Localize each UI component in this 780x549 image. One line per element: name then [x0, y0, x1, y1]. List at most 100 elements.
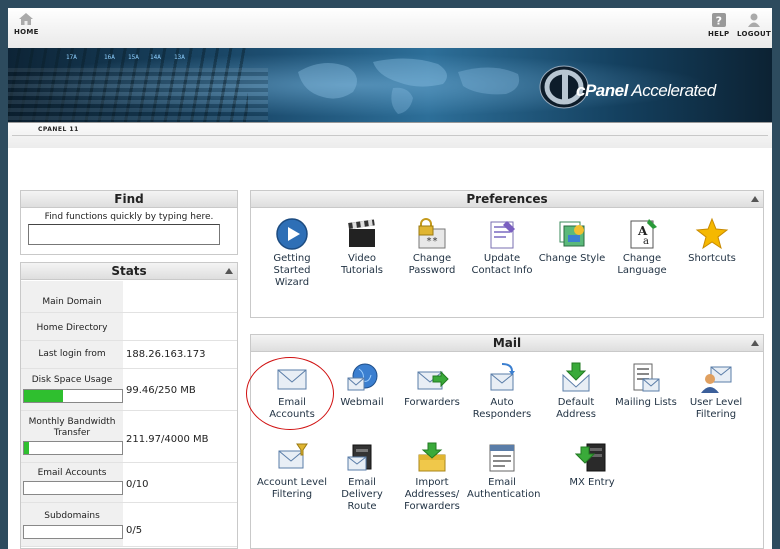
forward-envelope-icon [417, 370, 449, 390]
user-level-filtering-item[interactable]: User Level Filtering [681, 361, 751, 421]
stat-label: Home Directory [21, 313, 123, 340]
mail-panel: Mail Email Accounts Webmail Forwarders A… [250, 334, 764, 549]
stat-row-bandwidth: Monthly Bandwidth Transfer 211.97/4000 M… [21, 411, 237, 463]
item-label: MX Entry [569, 477, 615, 488]
change-language-item[interactable]: A a Change Language [607, 217, 677, 277]
item-label: Webmail [340, 397, 384, 408]
home-icon [19, 13, 34, 25]
item-label: Video Tutorials [341, 253, 383, 276]
stat-value: 99.46/250 MB [126, 385, 196, 396]
mx-entry-icon [575, 443, 606, 472]
svg-text:a: a [643, 236, 649, 247]
stat-row-main-domain: Main Domain [21, 281, 237, 313]
rack-number: 17A [66, 54, 77, 61]
import-addresses-forwarders-item[interactable]: Import Addresses/ Forwarders [397, 441, 467, 513]
collapse-icon[interactable] [751, 340, 759, 346]
disk-usage-bar [23, 389, 123, 403]
home-label: HOME [14, 28, 39, 36]
forwarders-item[interactable]: Forwarders [397, 361, 467, 409]
rack-number: 15A [128, 54, 139, 61]
collapse-icon[interactable] [751, 196, 759, 202]
user-filter-icon [701, 366, 732, 393]
stat-value: 211.97/4000 MB [126, 434, 209, 445]
change-password-item[interactable]: ** Change Password [397, 217, 467, 277]
find-title: Find [21, 191, 237, 208]
email-delivery-route-item[interactable]: Email Delivery Route [327, 441, 397, 513]
item-label: Getting Started Wizard [273, 253, 311, 288]
item-label: Forwarders [404, 397, 460, 408]
stat-value: 0/5 [126, 525, 143, 536]
mail-title: Mail [251, 335, 763, 352]
item-label: Change Language [617, 253, 667, 276]
stat-row-subdomains: Subdomains 0/5 [21, 503, 237, 547]
getting-started-wizard-item[interactable]: Getting Started Wizard [257, 217, 327, 289]
mx-entry-item[interactable]: MX Entry [557, 441, 627, 489]
change-style-item[interactable]: Change Style [537, 217, 607, 265]
header-banner: 17A 16A 15A 14A 13A cPanel Accelerated [8, 48, 772, 122]
globe-envelope-icon [347, 363, 378, 391]
disk-usage-fill [24, 390, 63, 402]
account-level-filtering-item[interactable]: Account Level Filtering [257, 441, 327, 501]
clapperboard-icon [348, 219, 375, 247]
help-button[interactable]: ? HELP [708, 12, 729, 38]
item-label: Shortcuts [688, 253, 736, 264]
item-label: Default Address [556, 397, 596, 420]
update-contact-info-item[interactable]: Update Contact Info [467, 217, 537, 277]
theme-tag: CPANEL 11 [38, 126, 79, 133]
breadcrumb-bar: CPANEL 11 [8, 122, 772, 148]
stats-title: Stats [21, 263, 237, 280]
cpanel-logo: cPanel Accelerated [538, 64, 758, 110]
mailing-lists-item[interactable]: Mailing Lists [611, 361, 681, 409]
server-rack-lines [8, 68, 268, 122]
collapse-icon[interactable] [225, 268, 233, 274]
video-tutorials-item[interactable]: Video Tutorials [327, 217, 397, 277]
item-label: User Level Filtering [689, 397, 743, 420]
rack-number: 14A [150, 54, 161, 61]
preferences-panel: Preferences Getting Started Wizard Video… [250, 190, 764, 318]
world-map-graphic [298, 58, 520, 114]
webmail-item[interactable]: Webmail [327, 361, 397, 409]
find-panel: Find Find functions quickly by typing he… [20, 190, 238, 255]
logout-label: LOGOUT [737, 30, 772, 38]
bandwidth-fill [24, 442, 30, 454]
home-button[interactable]: HOME [14, 12, 39, 36]
stat-label: Last login from [21, 341, 123, 368]
item-label: Account Level Filtering [257, 477, 327, 500]
lock-password-icon: ** [418, 218, 446, 249]
help-icon: ? [711, 13, 726, 28]
play-circle-icon [276, 218, 308, 250]
default-address-icon [562, 362, 590, 392]
email-authentication-item[interactable]: Email Authentication [467, 441, 541, 501]
brand-wordmark: cPanel Accelerated [576, 81, 716, 100]
help-label: HELP [708, 30, 730, 38]
stat-row-email-accounts: Email Accounts 0/10 [21, 463, 237, 503]
contact-card-icon [490, 221, 515, 249]
stat-value: 0/10 [126, 479, 149, 490]
item-label: Import Addresses/ Forwarders [404, 477, 460, 512]
auto-responder-icon [490, 363, 515, 391]
find-description: Find functions quickly by typing here. [44, 212, 214, 222]
account-filter-icon [278, 443, 308, 469]
stat-label: Main Domain [21, 281, 123, 312]
subdomains-bar [23, 525, 123, 539]
user-logout-icon [748, 13, 761, 27]
default-address-item[interactable]: Default Address [541, 361, 611, 421]
item-label: Auto Responders [472, 397, 532, 420]
stat-row-last-login: Last login from 188.26.163.173 [21, 341, 237, 369]
item-label: Update Contact Info [471, 253, 533, 276]
language-document-icon: A a [630, 219, 657, 249]
shortcuts-item[interactable]: Shortcuts [677, 217, 747, 265]
item-label: Email Authentication [467, 477, 541, 500]
star-icon [695, 217, 729, 250]
bandwidth-bar [23, 441, 123, 455]
logout-button[interactable]: LOGOUT [737, 12, 771, 38]
auto-responders-item[interactable]: Auto Responders [467, 361, 537, 421]
divider [12, 135, 768, 136]
preferences-title: Preferences [251, 191, 763, 208]
item-label: Change Password [408, 253, 456, 276]
top-navigation: HOME ? HELP LOGOUT [8, 8, 772, 48]
item-label: Change Style [538, 253, 606, 264]
rack-number: 13A [174, 54, 185, 61]
highlight-circle [246, 357, 334, 430]
find-input[interactable] [28, 224, 220, 245]
